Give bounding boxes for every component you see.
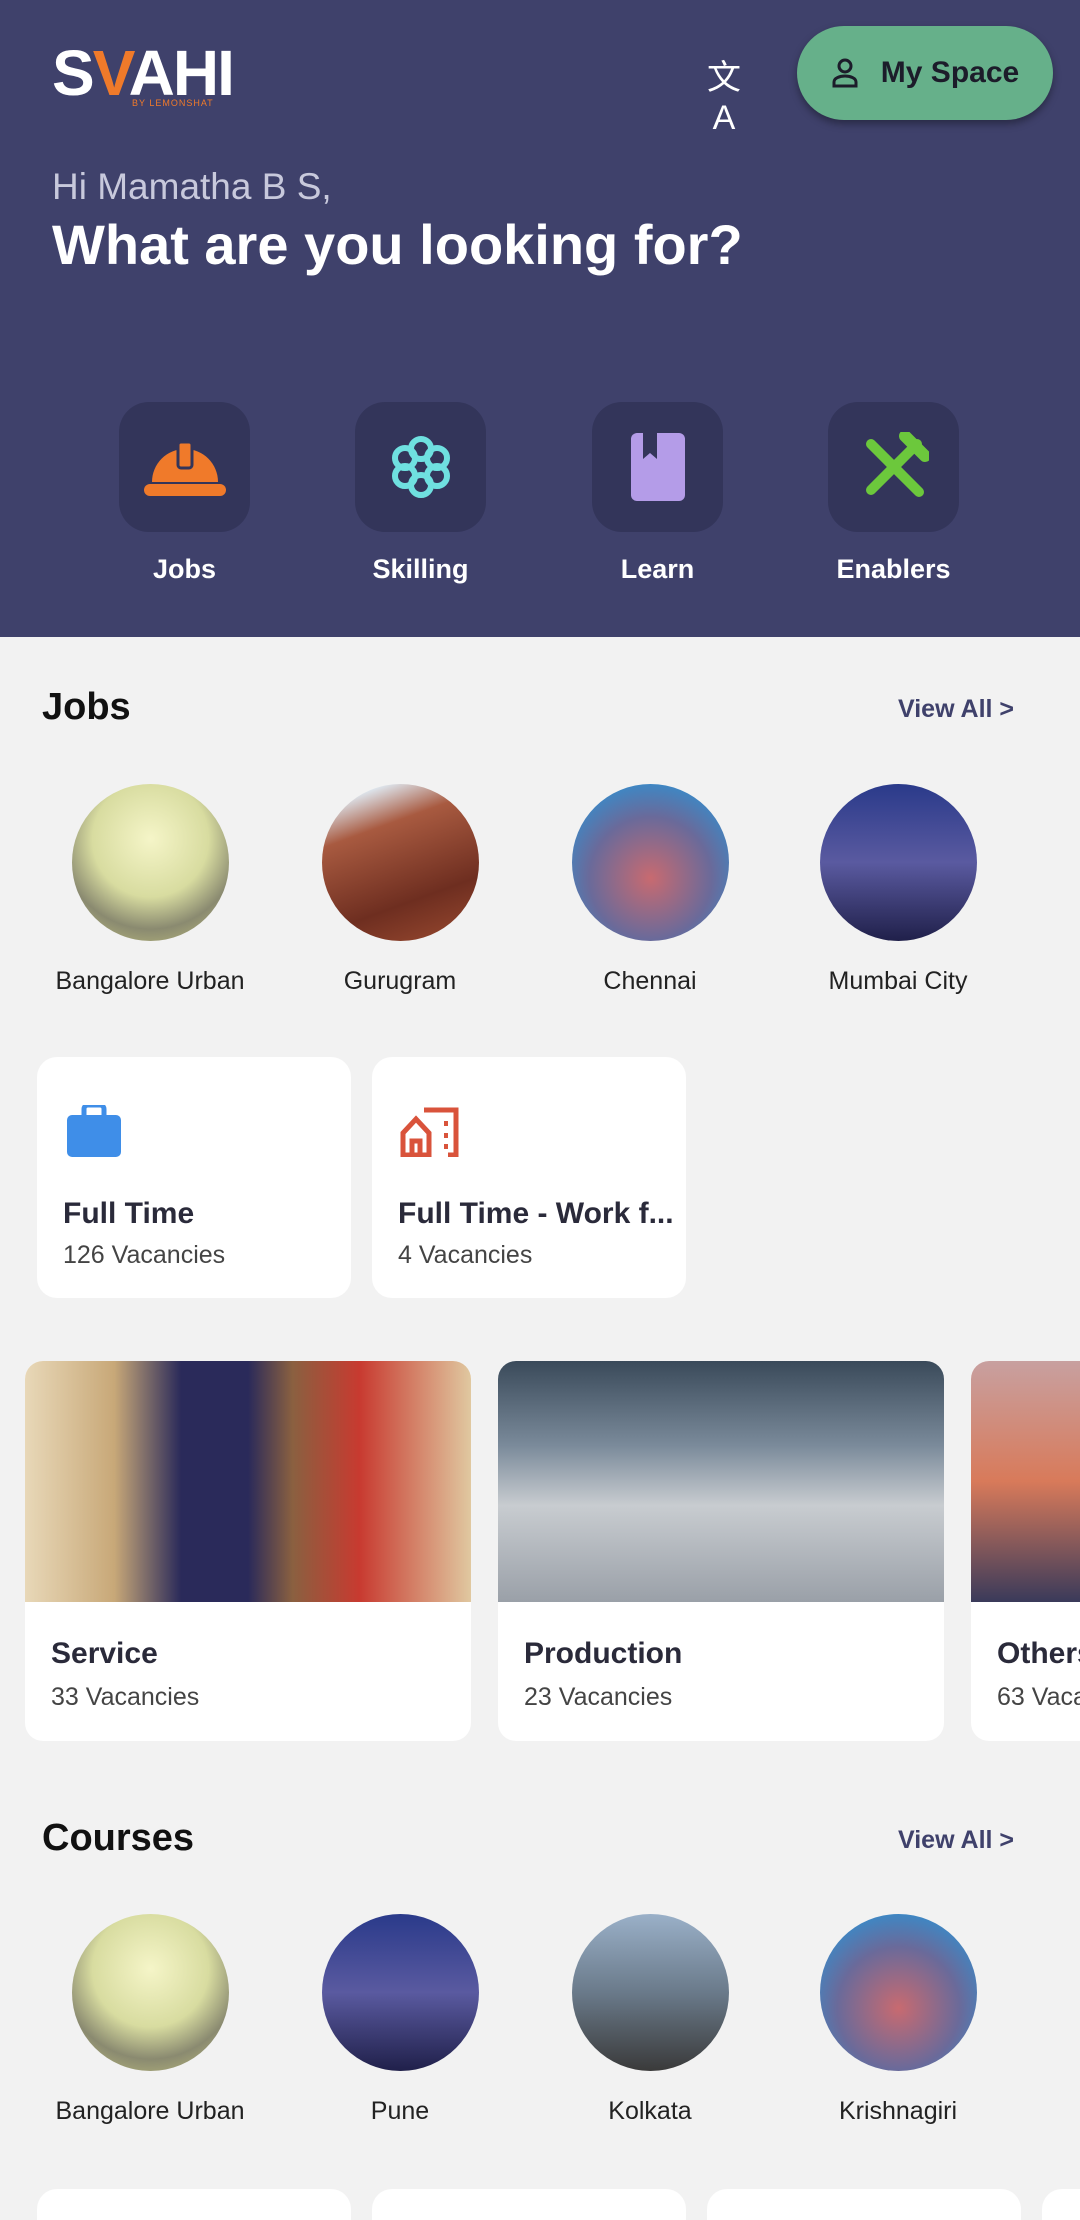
courses-view-all-link[interactable]: View All >: [898, 1826, 1014, 1855]
my-space-label: My Space: [880, 56, 1020, 89]
course-card[interactable]: [372, 2189, 686, 2220]
atom-icon: [391, 436, 450, 498]
book-icon: [630, 433, 685, 501]
courses-section-title: Courses: [42, 1817, 195, 1859]
job-type-card[interactable]: Full Time 126 Vacancies: [37, 1057, 351, 1298]
my-space-button[interactable]: My Space: [797, 26, 1053, 120]
sector-card[interactable]: Others 63 Vaca: [971, 1361, 1080, 1741]
sector-carousel[interactable]: Service 33 Vacancies Production 23 Vacan…: [0, 1361, 1080, 1741]
city-item[interactable]: Krishnagiri: [778, 1914, 1018, 2126]
hard-hat-icon: [143, 440, 226, 496]
city-item[interactable]: Mumbai City: [778, 784, 1018, 996]
category-jobs[interactable]: Jobs: [119, 402, 250, 585]
course-carousel[interactable]: [0, 2189, 1080, 2220]
city-item[interactable]: Kolkata: [530, 1914, 770, 2126]
sector-card[interactable]: Production 23 Vacancies: [498, 1361, 944, 1741]
city-item[interactable]: Gurugram: [280, 784, 520, 996]
course-card[interactable]: [707, 2189, 1021, 2220]
others-image: [971, 1361, 1080, 1602]
jobs-section-title: Jobs: [42, 686, 131, 728]
greeting: Hi Mamatha B S,: [52, 166, 332, 207]
page-title: What are you looking for?: [52, 213, 743, 276]
home-office-icon: [400, 1107, 459, 1157]
header: SVAHI BY LEMONSHAT 文A My Space Hi Mamatha…: [0, 0, 1080, 637]
category-skilling[interactable]: Skilling: [355, 402, 486, 585]
category-enablers[interactable]: Enablers: [828, 402, 959, 585]
city-item[interactable]: Bangalore Urban: [30, 784, 270, 996]
sahi-logo: SVAHI BY LEMONSHAT: [52, 37, 235, 109]
course-card[interactable]: [37, 2189, 351, 2220]
job-type-card[interactable]: Full Time - Work f... 4 Vacancies: [372, 1057, 686, 1298]
person-icon: [832, 58, 858, 88]
production-image: [498, 1361, 944, 1602]
course-card[interactable]: [1042, 2189, 1080, 2220]
briefcase-icon: [67, 1105, 121, 1157]
category-label: Enablers: [836, 554, 951, 584]
sector-card[interactable]: Service 33 Vacancies: [25, 1361, 471, 1741]
translate-icon[interactable]: 文A: [700, 50, 748, 137]
jobs-view-all-link[interactable]: View All >: [898, 695, 1014, 724]
category-label: Jobs: [152, 554, 217, 584]
category-learn[interactable]: Learn: [592, 402, 723, 585]
city-item[interactable]: Bangalore Urban: [30, 1914, 270, 2126]
category-label: Learn: [620, 554, 695, 584]
tools-icon: [865, 432, 929, 497]
category-label: Skilling: [372, 554, 469, 584]
city-item[interactable]: Pune: [280, 1914, 520, 2126]
city-item[interactable]: Chennai: [530, 784, 770, 996]
service-image: [25, 1361, 471, 1602]
